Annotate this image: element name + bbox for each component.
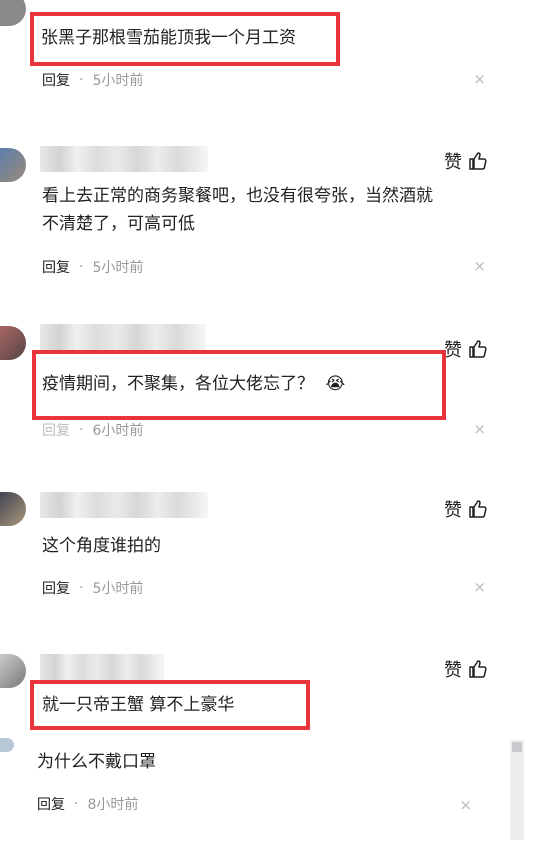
- comment-text: 就一只帝王蟹 算不上豪华: [42, 695, 235, 715]
- like-label: 赞: [444, 340, 462, 361]
- comment-meta: 回复 · 6小时前: [42, 420, 143, 440]
- scrollbar-thumb[interactable]: [512, 742, 522, 752]
- timestamp: 5小时前: [92, 73, 144, 89]
- separator: ·: [79, 422, 84, 438]
- reply-button[interactable]: 回复: [37, 794, 65, 814]
- like-button[interactable]: 赞: [444, 656, 488, 682]
- comment-meta: 回复 · 5小时前: [42, 578, 143, 598]
- close-icon[interactable]: ×: [459, 796, 472, 814]
- close-icon[interactable]: ×: [473, 420, 486, 438]
- timestamp: 6小时前: [92, 423, 144, 439]
- avatar[interactable]: [0, 148, 26, 182]
- like-button[interactable]: 赞: [444, 496, 488, 522]
- avatar[interactable]: [0, 492, 26, 526]
- username-blurred: [40, 492, 208, 518]
- comment-meta: 回复 · 5小时前: [42, 70, 143, 90]
- avatar[interactable]: [0, 738, 14, 752]
- comment-meta: 回复 · 8小时前: [37, 794, 138, 814]
- comment-meta: 回复 · 5小时前: [42, 257, 143, 277]
- crying-emoji: 😭: [325, 374, 346, 394]
- comment-text-content: 疫情期间，不聚集，各位大佬忘了？: [42, 374, 314, 394]
- avatar[interactable]: [0, 326, 26, 360]
- like-label: 赞: [444, 500, 462, 521]
- like-label: 赞: [444, 152, 462, 173]
- comment-text: 这个角度谁拍的: [42, 536, 161, 556]
- reply-button[interactable]: 回复: [42, 420, 70, 440]
- comment-text: 为什么不戴口罩: [37, 752, 156, 772]
- close-icon[interactable]: ×: [473, 578, 486, 596]
- scrollbar[interactable]: [510, 740, 524, 840]
- comment-text: 疫情期间，不聚集，各位大佬忘了？ 😭: [42, 370, 345, 398]
- thumbs-up-icon: [469, 500, 487, 518]
- comment-text-line: 不清楚了，可高可低: [42, 214, 195, 234]
- thumbs-up-icon: [469, 660, 487, 678]
- close-icon[interactable]: ×: [473, 70, 486, 88]
- separator: ·: [74, 796, 79, 812]
- like-label: 赞: [444, 660, 462, 681]
- timestamp: 5小时前: [92, 260, 144, 276]
- username-blurred: [40, 654, 164, 680]
- like-button[interactable]: 赞: [444, 148, 488, 174]
- username-blurred: [40, 146, 208, 172]
- avatar[interactable]: [0, 0, 26, 26]
- close-icon[interactable]: ×: [473, 257, 486, 275]
- comment-text: 张黑子那根雪茄能顶我一个月工资: [41, 28, 296, 48]
- like-button[interactable]: 赞: [444, 336, 488, 362]
- username-blurred: [40, 324, 206, 350]
- thumbs-up-icon: [469, 340, 487, 358]
- comment-text-line: 看上去正常的商务聚餐吧，也没有很夸张，当然酒就: [42, 186, 433, 206]
- separator: ·: [79, 580, 84, 596]
- thumbs-up-icon: [469, 152, 487, 170]
- reply-button[interactable]: 回复: [42, 578, 70, 598]
- avatar[interactable]: [0, 654, 26, 688]
- separator: ·: [79, 259, 84, 275]
- separator: ·: [79, 72, 84, 88]
- timestamp: 5小时前: [92, 581, 144, 597]
- reply-button[interactable]: 回复: [42, 257, 70, 277]
- reply-button[interactable]: 回复: [42, 70, 70, 90]
- timestamp: 8小时前: [87, 797, 139, 813]
